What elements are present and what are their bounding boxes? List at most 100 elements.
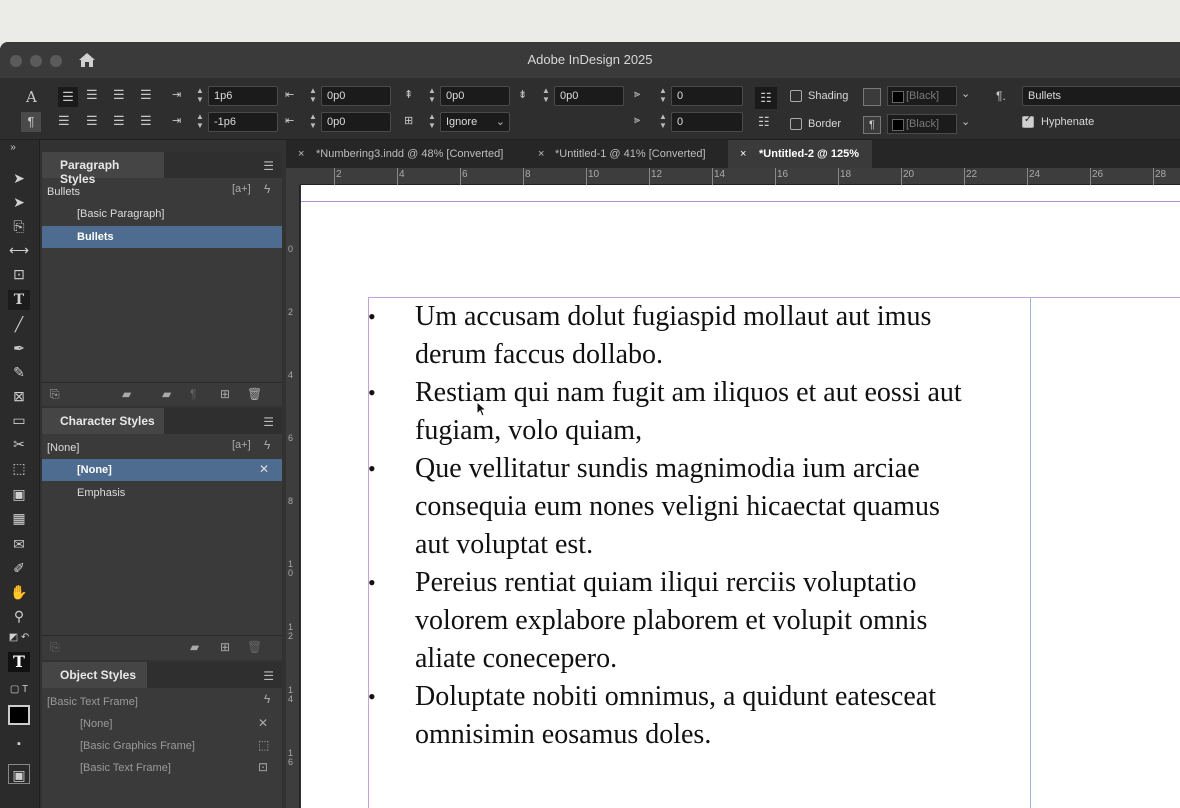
delete-icon[interactable]: 🗑 xyxy=(247,640,262,654)
bulleted-text[interactable]: • Um accusam dolut fugiaspid mollaut aut … xyxy=(368,298,1028,754)
first-line-indent-stepper[interactable]: ▲ ▼ xyxy=(193,112,207,132)
align-right-icon[interactable]: ☰ xyxy=(113,87,125,103)
border-checkbox[interactable] xyxy=(790,118,802,130)
note-tool-icon[interactable]: ✉ xyxy=(8,534,30,554)
align-towards-spine-icon[interactable]: ☰ xyxy=(140,87,152,103)
chevron-down-icon[interactable]: ⌄ xyxy=(961,115,970,128)
page-tool-icon[interactable]: ⎘ xyxy=(8,216,30,236)
first-line-indent-field[interactable]: -1p6 xyxy=(208,112,278,132)
clear-overrides-icon[interactable]: ¶ xyxy=(190,387,196,401)
justify-all-icon[interactable]: ☰ xyxy=(113,113,125,129)
folder-icon[interactable]: ▰ xyxy=(190,640,199,654)
paragraph-style-item[interactable]: Bullets xyxy=(42,226,282,248)
document-canvas[interactable]: • Um accusam dolut fugiaspid mollaut aut … xyxy=(301,185,1180,808)
right-indent-stepper[interactable]: ▲ ▼ xyxy=(306,86,320,106)
character-style-item[interactable]: Emphasis xyxy=(42,482,282,504)
quick-apply-icon[interactable]: ϟ xyxy=(264,182,270,196)
space-after-field[interactable]: 0p0 xyxy=(554,86,624,106)
justify-left-icon[interactable]: ☰ xyxy=(58,113,70,129)
gradient-feather-tool-icon[interactable]: ▦ xyxy=(8,508,30,528)
bullet-paragraph[interactable]: • Restiam qui nam fugit am iliquos et aut… xyxy=(368,374,1028,450)
character-styles-tab[interactable]: Character Styles xyxy=(42,408,164,434)
align-left-icon[interactable]: ☰ xyxy=(58,87,78,107)
chevron-down-icon[interactable]: ⌄ xyxy=(961,87,970,100)
delete-icon[interactable]: 🗑 xyxy=(247,387,262,401)
default-fill-stroke-icon[interactable]: ◩ ↶ xyxy=(8,628,30,648)
create-style-group-icon[interactable]: [a+] xyxy=(232,439,251,451)
baseline-grid-select[interactable]: Ignore ⌄ xyxy=(440,112,510,132)
right-indent-field[interactable]: 0p0 xyxy=(321,86,391,106)
bullet-paragraph[interactable]: • Um accusam dolut fugiaspid mollaut aut … xyxy=(368,298,1028,374)
formatting-affects-text-icon[interactable]: T xyxy=(8,652,30,672)
pen-tool-icon[interactable]: ✒ xyxy=(8,338,30,358)
bullet-paragraph[interactable]: • Que vellitatur sundis magnimodia ium ar… xyxy=(368,450,1028,564)
hyphenate-checkbox[interactable] xyxy=(1022,114,1034,128)
create-style-group-icon[interactable]: [a+] xyxy=(232,183,251,195)
object-styles-tab[interactable]: Object Styles xyxy=(42,662,147,688)
horizontal-ruler[interactable]: 2 4 6 8 10 12 14 16 18 20 22 24 26 28 xyxy=(300,168,1180,185)
ruler-origin[interactable] xyxy=(286,168,300,185)
paragraph-style-field[interactable]: Bullets xyxy=(1022,86,1180,106)
paragraph-styles-tab[interactable]: Paragraph Styles xyxy=(42,152,164,186)
folder-icon[interactable]: ▰ xyxy=(162,387,171,401)
paragraph-style-item[interactable]: [Basic Paragraph] xyxy=(42,203,282,225)
border-color-field[interactable]: [Black] xyxy=(887,114,957,134)
rectangle-tool-icon[interactable]: ▭ xyxy=(8,410,30,430)
gap-tool-icon[interactable]: ⟷ xyxy=(8,240,30,260)
panel-menu-icon[interactable]: ☰ xyxy=(263,415,274,429)
vertical-ruler[interactable]: 024681012141618 xyxy=(286,185,300,808)
drop-cap-lines-field[interactable]: 0 xyxy=(671,86,743,106)
object-style-item[interactable]: [Basic Graphics Frame] xyxy=(42,735,282,757)
rectangle-frame-tool-icon[interactable]: ⊠ xyxy=(8,386,30,406)
apply-none-icon[interactable]: ▪ xyxy=(8,734,30,754)
fill-stroke-swatch-icon[interactable] xyxy=(8,705,30,725)
expand-toolbox-icon[interactable]: » xyxy=(2,138,24,158)
drop-cap-chars-stepper[interactable]: ▲ ▼ xyxy=(656,112,670,132)
close-tab-icon[interactable]: × xyxy=(298,148,304,160)
load-styles-icon[interactable]: ⎘ xyxy=(50,640,60,655)
container-text-toggle-icon[interactable]: ▢ T xyxy=(8,680,30,700)
baseline-grid-stepper[interactable]: ▲ ▼ xyxy=(425,112,439,132)
object-style-item[interactable]: [Basic Text Frame] xyxy=(42,757,282,779)
left-indent-field[interactable]: 1p6 xyxy=(208,86,278,106)
document-tab-active[interactable]: × *Untitled-2 @ 125% xyxy=(728,140,872,168)
justify-center-icon[interactable]: ☰ xyxy=(86,113,98,129)
quick-apply-icon[interactable]: ϟ xyxy=(264,692,270,706)
justify-right-icon[interactable]: ☰ xyxy=(140,113,152,129)
load-styles-icon[interactable]: ⎘ xyxy=(50,387,60,402)
gradient-swatch-tool-icon[interactable]: ▣ xyxy=(8,484,30,504)
close-tab-icon[interactable]: × xyxy=(740,148,746,160)
quick-apply-icon[interactable]: ϟ xyxy=(264,438,270,452)
space-before-stepper[interactable]: ▲ ▼ xyxy=(425,86,439,106)
direct-selection-tool-icon[interactable]: ➤ xyxy=(8,192,30,212)
document-tab[interactable]: × *Untitled-1 @ 41% [Converted] xyxy=(526,140,726,168)
selection-tool-icon[interactable]: ➤ xyxy=(8,168,30,188)
paragraph-mode-icon[interactable]: ¶ xyxy=(21,112,41,132)
drop-cap-chars-field[interactable]: 0 xyxy=(671,112,743,132)
type-tool-icon[interactable]: T xyxy=(8,290,30,310)
space-before-field[interactable]: 0p0 xyxy=(440,86,510,106)
character-style-item[interactable]: [None] xyxy=(42,459,282,481)
panel-menu-icon[interactable]: ☰ xyxy=(263,669,274,683)
space-after-stepper[interactable]: ▲ ▼ xyxy=(539,86,553,106)
close-tab-icon[interactable]: × xyxy=(538,148,544,160)
zoom-tool-icon[interactable]: ⚲ xyxy=(8,606,30,626)
drop-cap-lines-stepper[interactable]: ▲ ▼ xyxy=(656,86,670,106)
new-style-icon[interactable]: ⊞ xyxy=(220,387,230,401)
bulleted-list-icon[interactable]: ☷ xyxy=(755,87,777,109)
numbered-list-icon[interactable]: ☷ xyxy=(758,114,770,130)
shading-settings-icon[interactable] xyxy=(863,88,881,106)
scissors-tool-icon[interactable]: ✂ xyxy=(8,434,30,454)
panel-menu-icon[interactable]: ☰ xyxy=(263,159,274,173)
shading-checkbox[interactable] xyxy=(790,90,802,102)
align-center-icon[interactable]: ☰ xyxy=(86,87,98,103)
character-mode-icon[interactable]: A xyxy=(26,88,37,106)
eyedropper-tool-icon[interactable]: ✐ xyxy=(8,558,30,578)
shading-color-field[interactable]: [Black] xyxy=(887,86,957,106)
object-style-item[interactable]: [None] xyxy=(42,713,282,735)
left-indent-stepper[interactable]: ▲ ▼ xyxy=(193,86,207,106)
new-style-icon[interactable]: ⊞ xyxy=(220,640,230,654)
last-line-indent-field[interactable]: 0p0 xyxy=(321,112,391,132)
border-settings-icon[interactable]: ¶ xyxy=(863,116,881,134)
new-style-group-icon[interactable]: ▰ xyxy=(122,387,131,401)
